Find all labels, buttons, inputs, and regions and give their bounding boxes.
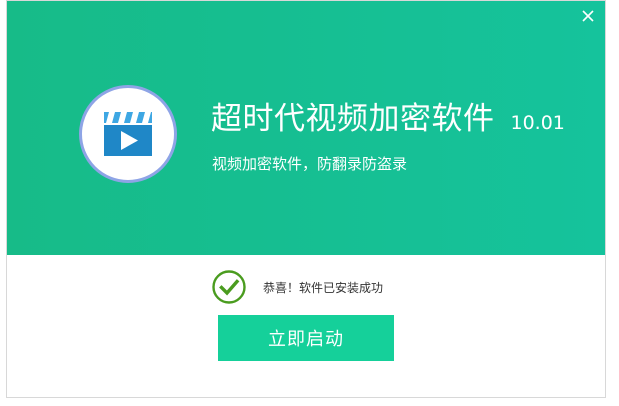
close-icon [582,10,594,22]
app-subtitle: 视频加密软件，防翻录防盗录 [212,155,408,173]
video-clapperboard-icon [104,112,152,156]
close-button[interactable] [579,7,597,25]
app-version: 10.01 [510,112,565,134]
install-status: 恭喜！软件已安装成功 [212,269,383,305]
status-message: 恭喜！软件已安装成功 [263,280,384,295]
app-title: 超时代视频加密软件 10.01 [211,93,565,143]
app-name: 超时代视频加密软件 [211,101,495,137]
app-logo [79,85,177,183]
installer-window: 超时代视频加密软件 10.01 视频加密软件，防翻录防盗录 恭喜！软件已安装成功… [6,0,606,398]
check-circle-icon [212,270,246,304]
launch-button[interactable]: 立即启动 [218,315,394,361]
header-banner: 超时代视频加密软件 10.01 视频加密软件，防翻录防盗录 [7,1,605,255]
